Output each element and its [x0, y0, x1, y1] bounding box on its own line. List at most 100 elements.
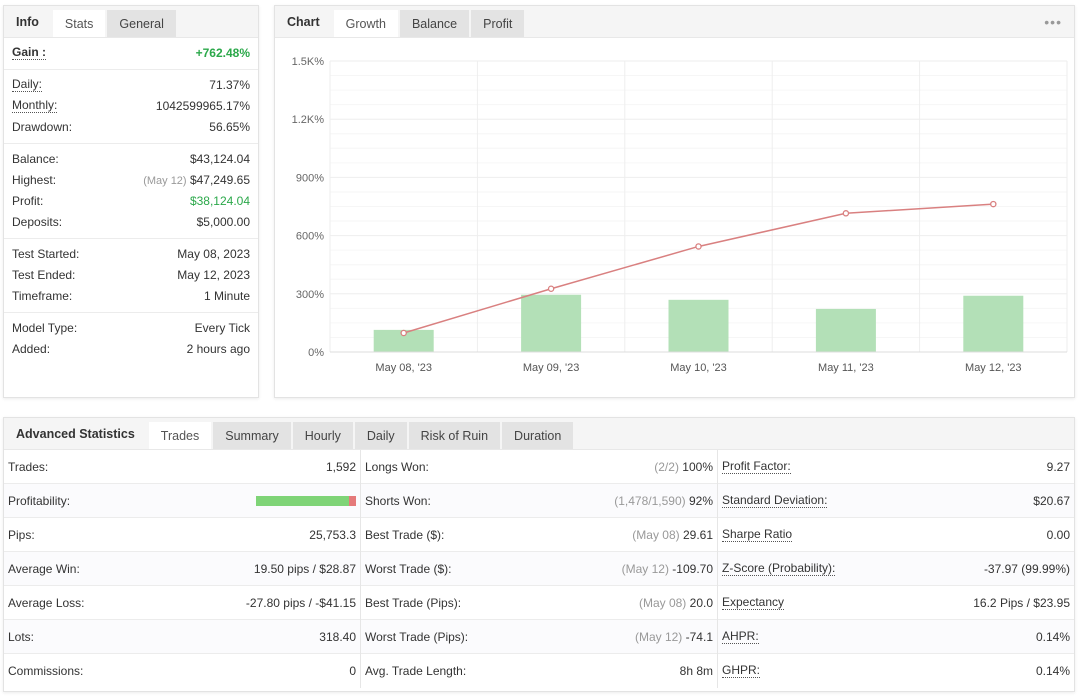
deposits-label: Deposits:: [12, 214, 63, 229]
row-label[interactable]: Profit Factor:: [722, 459, 791, 474]
y-tick-label: 1.5K%: [292, 56, 325, 68]
table-row: GHPR: 0.14%: [718, 654, 1074, 688]
y-tick-label: 0%: [308, 347, 324, 359]
row-value: 29.61: [682, 527, 713, 542]
row-value: 92%: [688, 493, 713, 508]
monthly-value: 1042599965.17%: [155, 98, 250, 113]
tab-profit[interactable]: Profit: [471, 10, 525, 37]
row-label: Worst Trade ($):: [365, 561, 452, 576]
tab-info[interactable]: Info: [4, 6, 51, 37]
more-horizontal-icon[interactable]: •••: [1044, 14, 1062, 30]
row-value-wrap: (May 08) 29.61: [632, 528, 713, 542]
highest-value: $47,249.65: [189, 172, 250, 187]
stat-test-ended: Test Ended: May 12, 2023: [12, 264, 250, 285]
row-label[interactable]: Sharpe Ratio: [722, 527, 793, 542]
test-started-value: May 08, 2023: [177, 246, 250, 261]
model-type-label: Model Type:: [12, 320, 78, 335]
model-group: Model Type: Every Tick Added: 2 hours ag…: [4, 313, 258, 365]
row-value: -27.80 pips / -$41.15: [245, 595, 356, 610]
row-label: Avg. Trade Length:: [365, 664, 467, 678]
row-label: Commissions:: [8, 664, 84, 678]
row-label: Best Trade ($):: [365, 527, 445, 542]
test-ended-value: May 12, 2023: [177, 267, 250, 282]
advanced-col-2: Longs Won: (2/2) 100% Shorts Won: (1,478…: [361, 450, 718, 688]
tab-general[interactable]: General: [107, 10, 176, 37]
table-row: AHPR: 0.14%: [718, 620, 1074, 654]
model-type-value: Every Tick: [194, 320, 250, 335]
money-group: Balance: $43,124.04 Highest: (May 12) $4…: [4, 144, 258, 239]
balance-label: Balance:: [12, 151, 59, 166]
row-note: (May 12): [634, 629, 683, 644]
tab-daily[interactable]: Daily: [354, 422, 407, 449]
profitability-lost-fill: [349, 495, 356, 506]
x-tick-label: May 08, '23: [375, 362, 432, 374]
tab-duration[interactable]: Duration: [502, 422, 574, 449]
row-label: Lots:: [8, 629, 35, 644]
row-value: 20.0: [689, 595, 713, 610]
stat-profit: Profit: $38,124.04: [12, 190, 250, 211]
growth-point: [400, 329, 407, 337]
stat-test-started: Test Started: May 08, 2023: [12, 243, 250, 264]
table-row: Average Win: 19.50 pips / $28.87: [4, 552, 360, 586]
row-value: 318.40: [319, 629, 356, 644]
tab-chart[interactable]: Chart: [275, 6, 332, 37]
row-value: -74.1: [685, 629, 713, 644]
table-row: Sharpe Ratio 0.00: [718, 518, 1074, 552]
growth-bar: [521, 294, 582, 352]
profit-value: $38,124.04: [189, 193, 250, 208]
row-note: (May 12): [621, 561, 669, 576]
stat-highest: Highest: (May 12) $47,249.65: [12, 169, 250, 190]
row-value-wrap: (May 08) 20.0: [639, 596, 713, 610]
timeframe-value: 1 Minute: [203, 288, 250, 303]
highest-label: Highest:: [12, 172, 57, 187]
row-value: 0.00: [1046, 527, 1070, 542]
table-row: Shorts Won: (1,478/1,590) 92%: [361, 484, 717, 518]
row-label[interactable]: AHPR:: [722, 629, 759, 644]
row-label[interactable]: Standard Deviation:: [722, 493, 828, 508]
profit-label: Profit:: [12, 193, 44, 208]
growth-point: [990, 200, 997, 208]
table-row: Trades: 1,592: [4, 450, 360, 484]
growth-point: [842, 210, 850, 217]
row-value: 0: [349, 664, 356, 678]
stat-daily: Daily: 71.37%: [12, 74, 250, 95]
tab-trades[interactable]: Trades: [148, 422, 212, 449]
row-label: Worst Trade (Pips):: [365, 629, 469, 644]
row-value: 9.27: [1046, 459, 1070, 474]
monthly-label[interactable]: Monthly:: [12, 98, 58, 113]
row-label: Pips:: [8, 527, 35, 542]
table-row: Worst Trade ($): (May 12) -109.70: [361, 552, 717, 586]
gain-value: +762.48%: [195, 45, 250, 60]
tab-summary[interactable]: Summary: [213, 422, 291, 449]
tab-stats[interactable]: Stats: [52, 10, 106, 37]
gain-label[interactable]: Gain :: [12, 45, 47, 60]
tab-advanced-statistics[interactable]: Advanced Statistics: [4, 418, 147, 449]
row-label[interactable]: GHPR:: [722, 664, 761, 678]
tab-growth[interactable]: Growth: [333, 10, 398, 37]
row-value-wrap: (2/2) 100%: [654, 460, 713, 474]
row-value: 19.50 pips / $28.87: [253, 561, 356, 576]
deposits-value: $5,000.00: [196, 214, 250, 229]
timeframe-label: Timeframe:: [12, 288, 73, 303]
tab-risk-of-ruin[interactable]: Risk of Ruin: [408, 422, 501, 449]
stat-added: Added: 2 hours ago: [12, 338, 250, 359]
row-value-wrap: (1,478/1,590) 92%: [614, 494, 713, 508]
row-note: (2/2): [654, 459, 679, 474]
advanced-statistics-panel: Advanced Statistics Trades Summary Hourl…: [3, 417, 1075, 692]
row-note: (May 08): [638, 595, 687, 610]
row-value: -37.97 (99.99%): [983, 561, 1070, 576]
stats-panel: Info Stats General Gain : +762.48% Daily…: [3, 5, 259, 398]
profitability-won-fill: [256, 495, 349, 506]
table-row: Avg. Trade Length: 8h 8m: [361, 654, 717, 688]
row-label: Trades:: [8, 459, 49, 474]
added-value: 2 hours ago: [186, 341, 250, 356]
test-group: Test Started: May 08, 2023 Test Ended: M…: [4, 239, 258, 313]
row-value: 16.2 Pips / $23.95: [973, 595, 1070, 610]
table-row: Worst Trade (Pips): (May 12) -74.1: [361, 620, 717, 654]
tab-hourly[interactable]: Hourly: [292, 422, 353, 449]
row-label[interactable]: Expectancy: [722, 595, 785, 610]
daily-label[interactable]: Daily:: [12, 77, 43, 92]
growth-chart: 0% 300% 600% 900% 1.2K% 1.5K% May 08, '23 May 0…: [292, 56, 1068, 374]
tab-balance[interactable]: Balance: [399, 10, 470, 37]
row-label[interactable]: Z-Score (Probability):: [722, 561, 836, 576]
